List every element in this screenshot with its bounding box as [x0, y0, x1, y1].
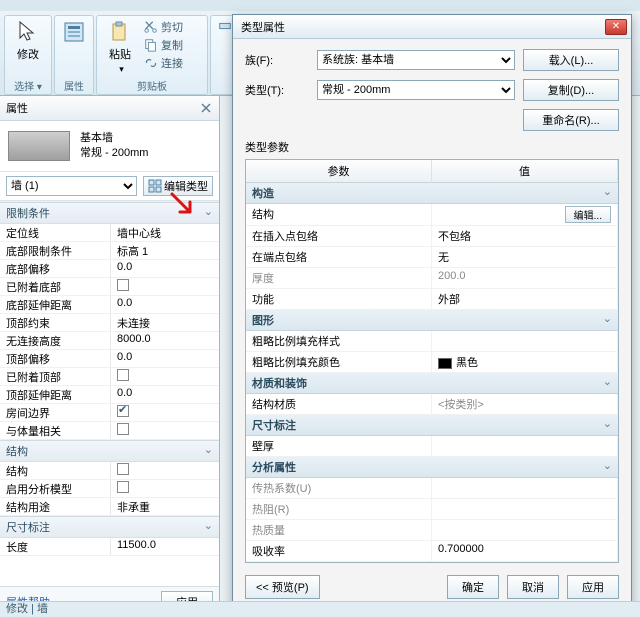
value-roughness[interactable]: 3 — [432, 562, 618, 563]
value-unconnected-height[interactable]: 8000.0 — [110, 332, 219, 350]
edit-structure-button[interactable]: 编辑... — [565, 206, 611, 223]
value-r-value — [432, 499, 618, 520]
ribbon-group-select: 修改 选择 ▾ — [4, 15, 52, 95]
value-base-extension[interactable]: 0.0 — [110, 296, 219, 314]
cut-button[interactable]: 剪切 — [141, 18, 186, 36]
properties-button[interactable] — [59, 18, 89, 46]
value-base-attached[interactable] — [110, 278, 219, 296]
close-icon[interactable] — [199, 101, 213, 115]
edit-type-button[interactable]: 编辑类型 — [143, 176, 213, 196]
type-name-label: 常规 - 200mm — [80, 146, 148, 161]
value-structural[interactable] — [110, 462, 219, 480]
section-structure[interactable]: 结构⌄ — [0, 440, 219, 462]
value-location-line[interactable]: 墙中心线 — [110, 224, 219, 242]
rename-button[interactable]: 重命名(R)... — [523, 109, 619, 131]
value-top-offset[interactable]: 0.0 — [110, 350, 219, 368]
copy-icon — [144, 38, 158, 52]
value-absorptance[interactable]: 0.700000 — [432, 541, 618, 562]
type-label: 类型(T): — [245, 82, 309, 98]
value-structural-material[interactable]: <按类别> — [432, 394, 618, 415]
status-text: 修改 | 墙 — [6, 603, 48, 615]
value-room-bounding[interactable] — [110, 404, 219, 422]
color-swatch-black — [438, 358, 452, 369]
modify-tool-button[interactable]: 修改 — [9, 18, 47, 64]
group-label-select: 选择 ▾ — [5, 78, 51, 93]
link-icon — [144, 56, 158, 70]
modify-label: 修改 — [17, 46, 39, 62]
properties-panel-title: 属性 — [0, 96, 219, 121]
type-selector-header[interactable]: 基本墙 常规 - 200mm — [0, 121, 219, 172]
value-thickness: 200.0 — [432, 268, 618, 289]
value-top-attached[interactable] — [110, 368, 219, 386]
gsection-graphics[interactable]: 图形⌄ — [246, 310, 618, 331]
preview-button[interactable]: << 预览(P) — [245, 575, 320, 599]
dialog-apply-button[interactable]: 应用 — [567, 575, 619, 599]
gsection-material[interactable]: 材质和装饰⌄ — [246, 373, 618, 394]
value-type-structure[interactable]: 编辑... — [432, 204, 618, 226]
gsection-analysis[interactable]: 分析属性⌄ — [246, 457, 618, 478]
gsection-construction[interactable]: 构造⌄ — [246, 183, 618, 204]
type-parameter-grid: 参数 值 构造⌄ 结构编辑... 在插入点包络不包络 在端点包络无 厚度200.… — [245, 159, 619, 563]
copy-button[interactable]: 复制 — [141, 36, 186, 54]
dialog-close-button[interactable]: ✕ — [605, 19, 627, 35]
properties-grid: 限制条件⌄ 定位线墙中心线 底部限制条件标高 1 底部偏移0.0 已附着底部 底… — [0, 201, 219, 586]
ribbon-tabstrip — [0, 0, 640, 11]
type-parameters-label: 类型参数 — [233, 137, 631, 157]
duplicate-button[interactable]: 复制(D)... — [523, 79, 619, 101]
ok-button[interactable]: 确定 — [447, 575, 499, 599]
ribbon-group-properties: 属性 — [54, 15, 94, 95]
properties-panel: 属性 基本墙 常规 - 200mm 墙 (1) 编辑类型 限制条件⌄ 定位线墙中… — [0, 96, 220, 617]
value-length[interactable]: 11500.0 — [110, 538, 219, 556]
family-name-label: 基本墙 — [80, 131, 148, 146]
value-top-extension[interactable]: 0.0 — [110, 386, 219, 404]
paste-label: 粘贴 — [109, 46, 131, 62]
grid-header-param: 参数 — [246, 160, 432, 183]
value-wrap-ends[interactable]: 无 — [432, 247, 618, 268]
ribbon-group-clipboard: 粘贴 ▾ 剪切 复制 连接 剪贴板 — [96, 15, 208, 95]
dialog-title-label: 类型属性 — [241, 19, 285, 35]
group-label-properties: 属性 — [55, 78, 93, 93]
section-constraints[interactable]: 限制条件⌄ — [0, 202, 219, 224]
value-wall-thickness[interactable] — [432, 436, 618, 457]
value-function[interactable]: 外部 — [432, 289, 618, 310]
instance-filter-select[interactable]: 墙 (1) — [6, 176, 137, 196]
gsection-dim[interactable]: 尺寸标注⌄ — [246, 415, 618, 436]
family-select[interactable]: 系统族: 基本墙 — [317, 50, 515, 70]
section-dimensions[interactable]: 尺寸标注⌄ — [0, 516, 219, 538]
value-coarse-color[interactable]: 黑色 — [432, 352, 618, 373]
paste-button[interactable]: 粘贴 ▾ — [101, 18, 139, 77]
value-u-value — [432, 478, 618, 499]
status-bar: 修改 | 墙 — [0, 601, 640, 617]
value-structural-usage[interactable]: 非承重 — [110, 498, 219, 516]
cursor-icon — [16, 20, 40, 44]
group-label-clipboard: 剪贴板 — [97, 78, 207, 93]
properties-title-label: 属性 — [6, 100, 28, 116]
match-button[interactable]: 连接 — [141, 54, 186, 72]
wall-type-swatch — [8, 131, 70, 161]
value-mass-related[interactable] — [110, 422, 219, 440]
paste-icon — [108, 20, 132, 44]
value-wrap-inserts[interactable]: 不包络 — [432, 226, 618, 247]
value-base-offset[interactable]: 0.0 — [110, 260, 219, 278]
grid-header-value: 值 — [432, 160, 618, 183]
value-top-constraint[interactable]: 未连接 — [110, 314, 219, 332]
type-properties-dialog: 类型属性 ✕ 族(F): 系统族: 基本墙 载入(L)... 类型(T): 常规… — [232, 14, 632, 610]
type-select[interactable]: 常规 - 200mm — [317, 80, 515, 100]
load-button[interactable]: 载入(L)... — [523, 49, 619, 71]
cancel-button[interactable]: 取消 — [507, 575, 559, 599]
value-thermal-mass — [432, 520, 618, 541]
scissors-icon — [144, 20, 158, 34]
properties-icon — [62, 20, 86, 44]
value-base-constraint[interactable]: 标高 1 — [110, 242, 219, 260]
value-coarse-pattern[interactable] — [432, 331, 618, 352]
value-enable-analytical[interactable] — [110, 480, 219, 498]
edit-type-icon — [148, 179, 162, 193]
family-label: 族(F): — [245, 52, 309, 68]
